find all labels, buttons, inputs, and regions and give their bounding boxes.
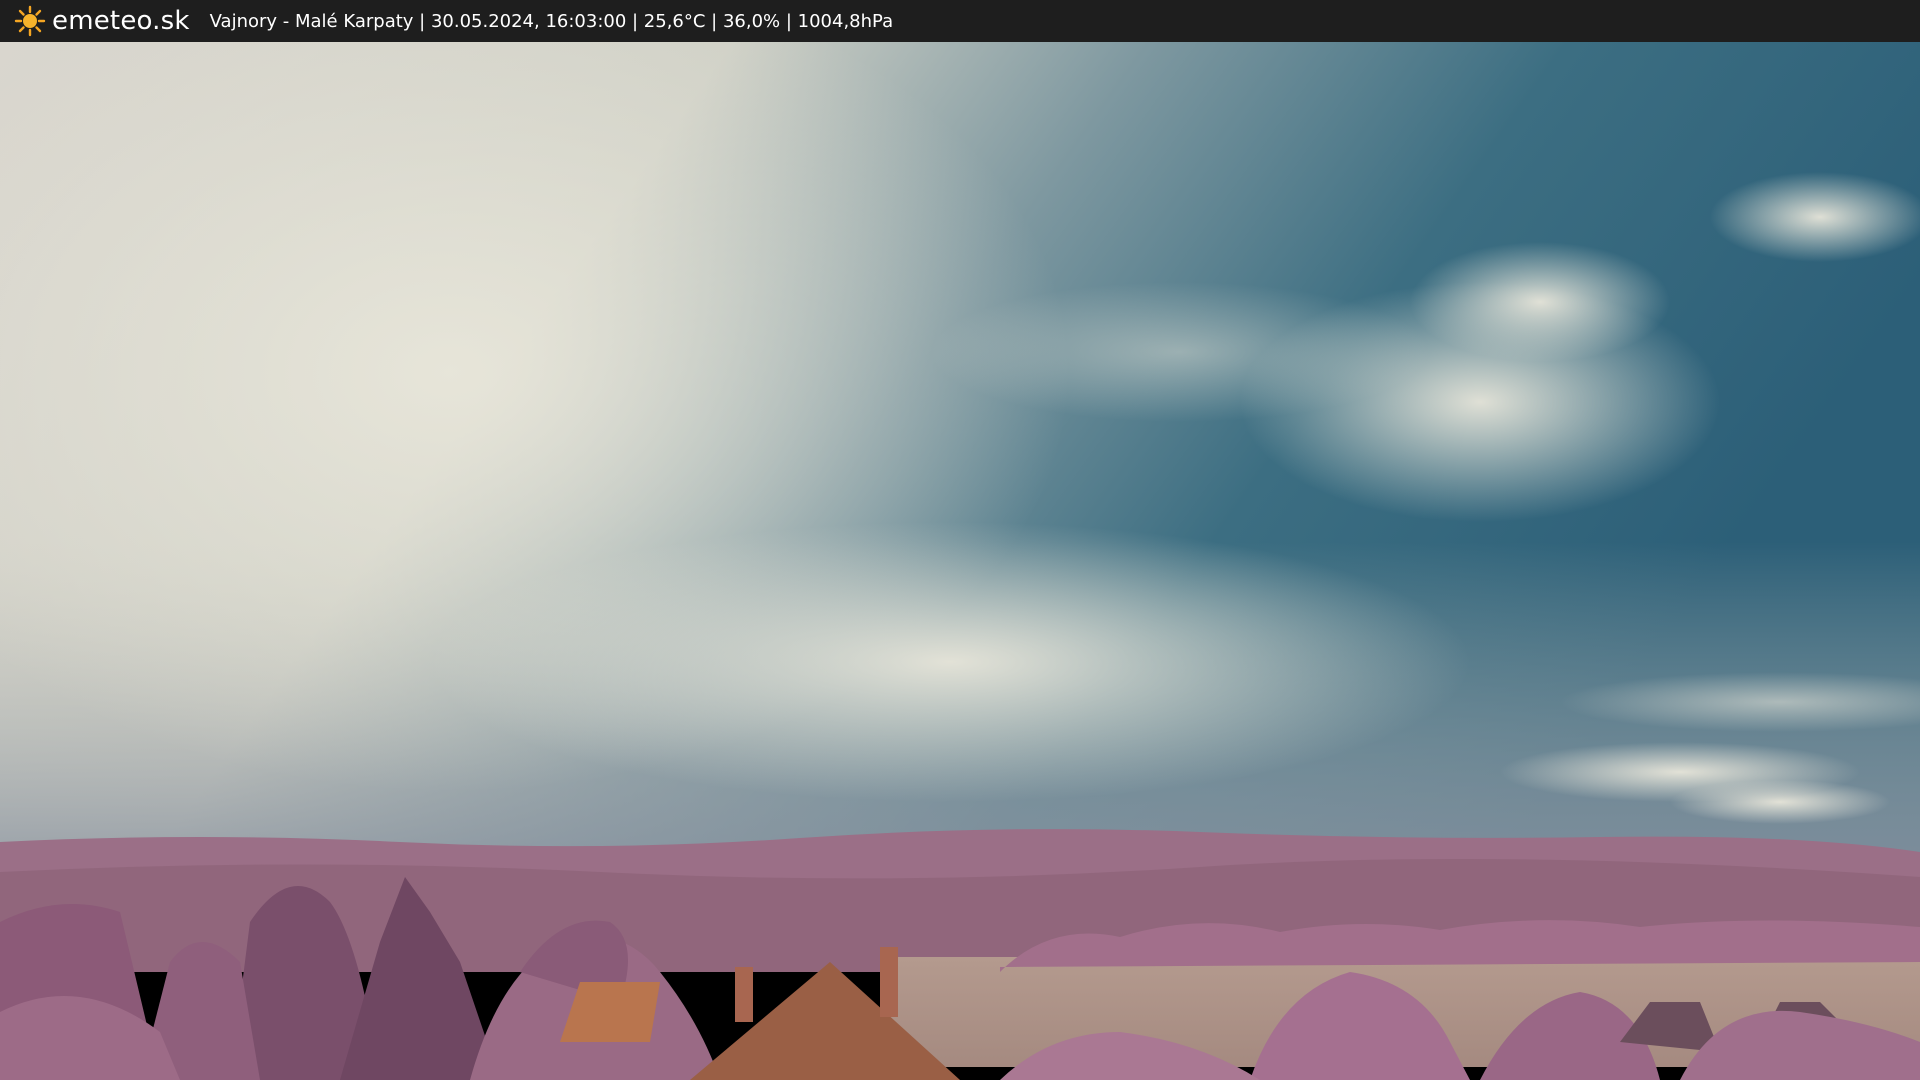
weather-info-line: Vajnory - Malé Karpaty | 30.05.2024, 16:… [209,10,894,32]
landscape-scene [0,42,1920,1080]
webcam-image [0,42,1920,1080]
sun-icon [14,5,46,37]
logo[interactable]: emeteo.sk [14,5,190,37]
top-bar: emeteo.sk Vajnory - Malé Karpaty | 30.05… [0,0,1920,42]
brand-name: emeteo.sk [52,6,190,36]
